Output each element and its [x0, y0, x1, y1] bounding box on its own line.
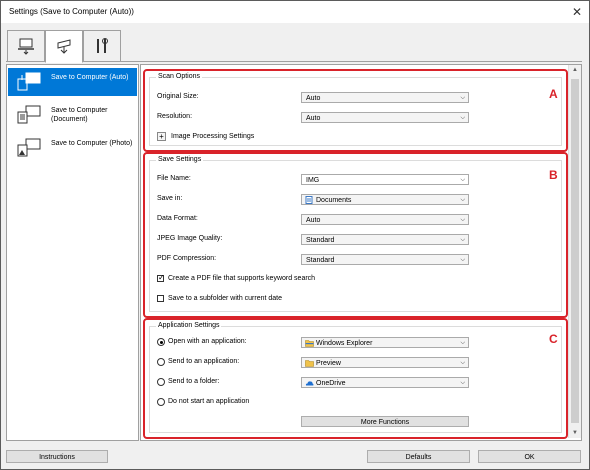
do-not-start-application-label: Do not start an application — [168, 398, 250, 405]
original-size-label: Original Size: — [157, 93, 199, 100]
annotation-letter-c: C — [549, 332, 558, 346]
pdf-compression-value: Standard — [306, 257, 335, 264]
keyword-pdf-label: Create a PDF file that supports keyword … — [168, 275, 316, 282]
onedrive-icon — [305, 381, 314, 386]
original-size-select[interactable]: Auto ⌵ — [301, 92, 469, 103]
application-settings-section: Application Settings Open with an applic… — [143, 318, 568, 439]
send-to-folder-value: OneDrive — [316, 380, 346, 387]
save-in-select[interactable]: Documents ⌵ — [301, 194, 469, 205]
chevron-down-icon: ⌵ — [460, 340, 465, 346]
pdf-compression-select[interactable]: Standard ⌵ — [301, 254, 469, 265]
sidebar-item-save-to-computer-auto[interactable]: Save to Computer (Auto) — [8, 68, 137, 96]
resolution-label: Resolution: — [157, 113, 193, 120]
open-with-application-select[interactable]: Windows Explorer ⌵ — [301, 337, 469, 348]
resolution-select[interactable]: Auto ⌵ — [301, 112, 469, 123]
window-title: Settings (Save to Computer (Auto)) — [9, 7, 134, 16]
scan-options-title: Scan Options — [156, 73, 203, 80]
more-functions-button[interactable]: More Functions — [301, 416, 469, 427]
chevron-down-icon: ⌵ — [460, 257, 465, 263]
application-settings-title: Application Settings — [156, 322, 222, 329]
tab-scan-from-operation-panel[interactable] — [45, 30, 83, 63]
title-bar: Settings (Save to Computer (Auto)) ✕ — [1, 1, 589, 23]
sidebar-item-label: Save to Computer (Auto) — [51, 74, 129, 81]
scroll-down-icon[interactable]: ▼ — [571, 430, 579, 436]
save-in-label: Save in: — [157, 195, 183, 202]
vertical-scrollbar[interactable]: ▲ ▼ — [568, 65, 581, 438]
data-format-label: Data Format: — [157, 215, 198, 222]
ok-button[interactable]: OK — [478, 450, 581, 463]
data-format-select[interactable]: Auto ⌵ — [301, 214, 469, 225]
save-to-computer-photo-icon — [17, 138, 41, 157]
documents-folder-icon — [305, 196, 313, 204]
scan-options-section: Scan Options Original Size: Auto ⌵ Resol… — [143, 69, 568, 152]
defaults-button[interactable]: Defaults — [367, 450, 470, 463]
annotation-letter-a: A — [549, 87, 558, 101]
scroll-thumb[interactable] — [571, 79, 579, 423]
sidebar: Save to Computer (Auto) Save to Computer… — [6, 64, 139, 441]
resolution-value: Auto — [306, 115, 321, 122]
send-to-folder-label: Send to a folder: — [168, 378, 220, 385]
open-with-application-radio[interactable] — [157, 338, 165, 346]
chevron-down-icon: ⌵ — [460, 360, 465, 366]
sidebar-item-save-to-computer-document[interactable]: Save to Computer (Document) — [8, 101, 137, 129]
chevron-down-icon: ⌵ — [460, 177, 465, 183]
data-format-value: Auto — [306, 217, 321, 224]
chevron-down-icon: ⌵ — [460, 380, 465, 386]
file-name-value: IMG — [306, 177, 320, 184]
windows-explorer-icon — [305, 340, 314, 347]
tab-scan-from-computer[interactable] — [7, 30, 45, 62]
sidebar-item-label: Save to Computer (Photo) — [51, 140, 133, 147]
computer-scan-icon — [18, 38, 34, 55]
save-settings-section: Save Settings File Name: IMG ⌵ Save in: … — [143, 152, 568, 318]
send-to-application-label: Send to an application: — [168, 358, 240, 365]
send-to-application-select[interactable]: Preview ⌵ — [301, 357, 469, 368]
subfolder-label: Save to a subfolder with current date — [168, 295, 283, 302]
sidebar-item-label: Save to Computer (Document) — [51, 107, 108, 123]
save-settings-title: Save Settings — [156, 156, 204, 163]
jpeg-quality-value: Standard — [306, 237, 335, 244]
close-button[interactable]: ✕ — [567, 3, 587, 21]
scroll-up-icon[interactable]: ▲ — [571, 67, 579, 73]
pdf-compression-label: PDF Compression: — [157, 255, 217, 262]
chevron-down-icon: ⌵ — [460, 217, 465, 223]
subfolder-checkbox[interactable] — [157, 295, 164, 302]
file-name-input[interactable]: IMG ⌵ — [301, 174, 469, 185]
tools-icon — [97, 38, 108, 53]
chevron-down-icon: ⌵ — [460, 237, 465, 243]
do-not-start-application-radio[interactable] — [157, 398, 165, 406]
save-to-computer-document-icon — [17, 105, 41, 124]
save-in-value: Documents — [316, 197, 352, 204]
scanner-save-icon — [57, 39, 71, 54]
jpeg-quality-label: JPEG Image Quality: — [157, 235, 223, 242]
checkmark-icon: ✓ — [158, 273, 165, 282]
tab-general-settings[interactable] — [83, 30, 121, 62]
preview-folder-icon — [305, 360, 314, 367]
open-with-application-label: Open with an application: — [168, 338, 247, 345]
annotation-letter-b: B — [549, 168, 558, 182]
send-to-application-value: Preview — [316, 360, 341, 367]
jpeg-quality-select[interactable]: Standard ⌵ — [301, 234, 469, 245]
chevron-down-icon: ⌵ — [460, 115, 465, 121]
open-with-application-value: Windows Explorer — [316, 340, 373, 347]
keyword-pdf-checkbox[interactable]: ✓ — [157, 273, 165, 282]
file-name-label: File Name: — [157, 175, 191, 182]
sidebar-item-save-to-computer-photo[interactable]: Save to Computer (Photo) — [8, 134, 137, 162]
expand-image-processing-button[interactable]: + — [157, 132, 166, 141]
radio-selected-dot — [159, 340, 163, 344]
save-to-computer-auto-icon — [17, 72, 41, 91]
chevron-down-icon: ⌵ — [460, 95, 465, 101]
send-to-folder-radio[interactable] — [157, 378, 165, 386]
original-size-value: Auto — [306, 95, 321, 102]
instructions-button[interactable]: Instructions — [6, 450, 108, 463]
chevron-down-icon: ⌵ — [460, 197, 465, 203]
image-processing-settings-label: Image Processing Settings — [171, 133, 255, 140]
send-to-application-radio[interactable] — [157, 358, 165, 366]
send-to-folder-select[interactable]: OneDrive ⌵ — [301, 377, 469, 388]
tab-divider — [6, 61, 582, 62]
